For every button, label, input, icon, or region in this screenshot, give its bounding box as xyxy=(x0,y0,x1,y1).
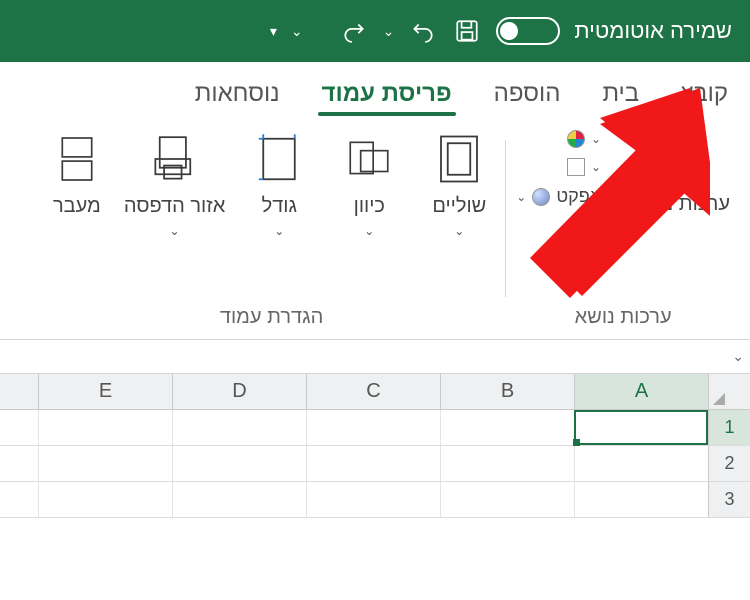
colors-icon xyxy=(567,130,585,148)
group-page-setup: שוליים ⌄ כיוון ⌄ גודל ⌄ אזור הדפסה ⌄ מעב… xyxy=(38,130,505,333)
cell-a1[interactable] xyxy=(574,410,708,445)
cell[interactable] xyxy=(440,482,574,517)
print-area-label: אזור הדפסה xyxy=(124,194,225,218)
cell-e1[interactable] xyxy=(38,410,172,445)
cell-d1[interactable] xyxy=(172,410,306,445)
row-header-1[interactable]: 1 xyxy=(708,410,750,445)
effects-label: אפקט xyxy=(556,186,601,207)
cell[interactable] xyxy=(38,482,172,517)
chevron-down-icon: ⌄ xyxy=(454,224,464,238)
undo-icon[interactable] xyxy=(408,16,438,46)
chevron-down-icon: ⌄ xyxy=(591,160,601,174)
redo-icon[interactable] xyxy=(339,16,369,46)
fonts-icon xyxy=(567,158,585,176)
row: 2 xyxy=(0,446,750,482)
formula-bar[interactable]: ⌄ xyxy=(0,340,750,374)
cell[interactable] xyxy=(306,482,440,517)
spreadsheet-grid: A B C D E 1 2 3 xyxy=(0,374,750,518)
chevron-down-icon: ⌄ xyxy=(591,132,601,146)
cell[interactable] xyxy=(440,446,574,481)
chevron-down-icon: ⌄ xyxy=(364,224,374,238)
tab-page-layout[interactable]: פריסת עמוד xyxy=(318,70,456,122)
quickaccess-customize-icon[interactable]: ⌄ xyxy=(291,23,303,40)
themes-button[interactable]: Aa ערכות נושא ⌄ xyxy=(619,130,730,216)
breaks-button[interactable]: מעבר xyxy=(48,130,106,218)
cell[interactable] xyxy=(574,446,708,481)
select-all-triangle[interactable] xyxy=(708,374,750,409)
chevron-down-icon: ⌄ xyxy=(516,190,526,204)
row-header-3[interactable]: 3 xyxy=(708,482,750,517)
cell[interactable] xyxy=(172,446,306,481)
size-icon xyxy=(250,130,308,188)
margins-icon xyxy=(430,130,488,188)
autosave-label: שמירה אוטומטית xyxy=(574,18,732,44)
size-button[interactable]: גודל ⌄ xyxy=(243,130,315,238)
chevron-down-icon: ⌄ xyxy=(170,224,180,238)
ribbon: Aa ערכות נושא ⌄ ⌄ ⌄ אפקט ⌄ ערכות נושא שולי… xyxy=(0,122,750,340)
orientation-label: כיוון xyxy=(354,194,385,218)
row: 3 xyxy=(0,482,750,518)
theme-fonts-button[interactable]: ⌄ xyxy=(567,158,601,176)
row-header-2[interactable]: 2 xyxy=(708,446,750,481)
column-header-d[interactable]: D xyxy=(172,374,306,409)
autosave-toggle[interactable] xyxy=(496,17,560,45)
formula-bar-expand-icon[interactable]: ⌄ xyxy=(732,348,744,365)
cell[interactable] xyxy=(172,482,306,517)
tab-file[interactable]: קובץ xyxy=(677,70,732,122)
column-headers: A B C D E xyxy=(0,374,750,410)
themes-icon: Aa xyxy=(646,130,704,186)
group-page-setup-label: הגדרת עמוד xyxy=(220,298,323,333)
theme-colors-button[interactable]: ⌄ xyxy=(567,130,601,148)
margins-button[interactable]: שוליים ⌄ xyxy=(423,130,495,238)
column-header-b[interactable]: B xyxy=(440,374,574,409)
print-area-button[interactable]: אזור הדפסה ⌄ xyxy=(124,130,225,238)
row: 1 xyxy=(0,410,750,446)
cell[interactable] xyxy=(38,446,172,481)
cell-b1[interactable] xyxy=(440,410,574,445)
cell[interactable] xyxy=(306,446,440,481)
group-separator xyxy=(505,140,506,297)
column-header-e[interactable]: E xyxy=(38,374,172,409)
tab-formulas[interactable]: נוסחאות xyxy=(191,70,284,122)
orientation-button[interactable]: כיוון ⌄ xyxy=(333,130,405,238)
themes-button-label: ערכות נושא xyxy=(633,192,730,216)
title-bar: שמירה אוטומטית ⌄ ⌄ ▾ xyxy=(0,0,750,62)
chevron-down-icon: ⌄ xyxy=(619,197,629,211)
save-icon[interactable] xyxy=(452,16,482,46)
print-area-icon xyxy=(146,130,204,188)
chevron-down-icon: ⌄ xyxy=(274,224,284,238)
theme-effects-button[interactable]: אפקט ⌄ xyxy=(516,186,601,207)
ribbon-tabs: קובץ בית הוספה פריסת עמוד נוסחאות xyxy=(0,62,750,122)
cell-c1[interactable] xyxy=(306,410,440,445)
undo-dropdown-icon[interactable]: ⌄ xyxy=(383,23,395,40)
cell[interactable] xyxy=(574,482,708,517)
column-header-a[interactable]: A xyxy=(574,374,708,409)
column-header-c[interactable]: C xyxy=(306,374,440,409)
size-label: גודל xyxy=(262,194,297,218)
tab-home[interactable]: בית xyxy=(598,70,643,122)
breaks-label: מעבר xyxy=(53,194,101,218)
margins-label: שוליים xyxy=(432,194,486,218)
tab-insert[interactable]: הוספה xyxy=(490,70,565,122)
effects-icon xyxy=(532,188,550,206)
breaks-icon xyxy=(48,130,106,188)
orientation-icon xyxy=(340,130,398,188)
group-themes-label: ערכות נושא xyxy=(575,298,672,333)
group-themes: Aa ערכות נושא ⌄ ⌄ ⌄ אפקט ⌄ ערכות נושא xyxy=(506,130,740,333)
quickaccess-overflow-icon[interactable]: ▾ xyxy=(270,23,277,40)
